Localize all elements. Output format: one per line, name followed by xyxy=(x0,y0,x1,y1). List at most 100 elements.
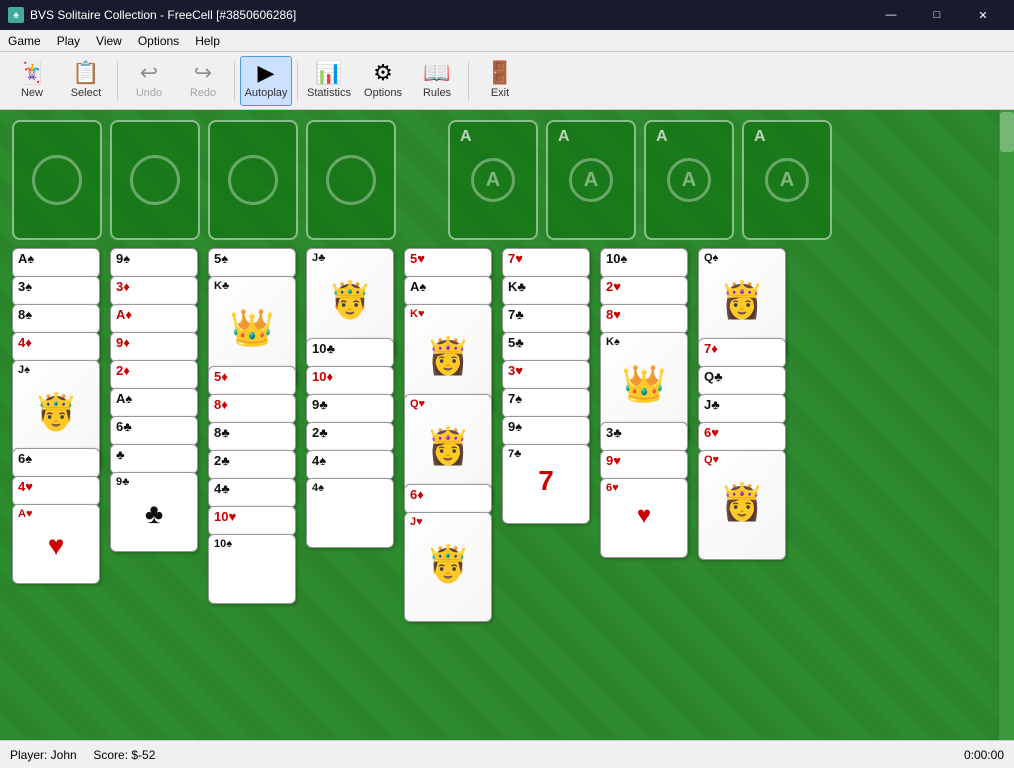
exit-button[interactable]: 🚪 Exit xyxy=(474,56,526,106)
card-4-spades-c4b[interactable]: 4♠ xyxy=(306,478,394,548)
card-4-diamonds[interactable]: 4♦ xyxy=(12,332,100,362)
separator-3 xyxy=(297,61,298,101)
column-2[interactable]: 9♠ 3♦ A♦ 9♦ 2♦ A♠ 6♣ ♣ 9♣ ♣ xyxy=(110,248,200,608)
foundation-1[interactable]: A A xyxy=(448,120,538,240)
app-icon: ♠ xyxy=(8,7,24,23)
card-J-clubs[interactable]: J♣ xyxy=(698,394,786,424)
select-button[interactable]: 📋 Select xyxy=(60,56,112,106)
maximize-button[interactable]: □ xyxy=(914,0,960,30)
menu-play[interactable]: Play xyxy=(49,30,88,51)
column-7[interactable]: 10♠ 2♥ 8♥ K♠ 👑 3♣ 9♥ 6♥ ♥ xyxy=(600,248,690,588)
freecell-1[interactable] xyxy=(12,120,102,240)
game-area[interactable]: A A A A A A A A A♠ 3♠ 8♠ 4♦ J♠ xyxy=(0,110,1014,740)
rules-button[interactable]: 📖 Rules xyxy=(411,56,463,106)
card-4-spades-c4[interactable]: 4♠ xyxy=(306,450,394,480)
column-8[interactable]: Q♠ 👸 7♦ Q♣ J♣ 6♥ Q♥ 👸 xyxy=(698,248,788,588)
card-10-spades-c7[interactable]: 10♠ xyxy=(600,248,688,278)
card-2-clubs-c4[interactable]: 2♣ xyxy=(306,422,394,452)
foundation-2[interactable]: A A xyxy=(546,120,636,240)
column-4[interactable]: J♣ 🤴 10♣ 10♦ 9♣ 2♣ 4♠ 4♠ xyxy=(306,248,396,568)
column-1[interactable]: A♠ 3♠ 8♠ 4♦ J♠ 🤴 6♠ 4♥ A♥ ♥ xyxy=(12,248,102,588)
card-9-spades[interactable]: 9♠ xyxy=(110,248,198,278)
column-6[interactable]: 7♥ K♣ 7♣ 5♣ 3♥ 7♠ 9♠ 7♣ 7 xyxy=(502,248,592,598)
card-3-hearts[interactable]: 3♥ xyxy=(502,360,590,390)
close-button[interactable]: ✕ xyxy=(960,0,1006,30)
card-Q-clubs[interactable]: Q♣ xyxy=(698,366,786,396)
foundation-3[interactable]: A A xyxy=(644,120,734,240)
card-3-clubs[interactable]: 3♣ xyxy=(600,422,688,452)
card-A-spades-c5[interactable]: A♠ xyxy=(404,276,492,306)
card-7-spades[interactable]: 7♠ xyxy=(502,388,590,418)
card-3-spades[interactable]: 3♠ xyxy=(12,276,100,306)
card-9-diamonds[interactable]: 9♦ xyxy=(110,332,198,362)
card-10-clubs[interactable]: 10♣ xyxy=(306,338,394,368)
options-button[interactable]: ⚙ Options xyxy=(357,56,409,106)
freecell-2[interactable] xyxy=(110,120,200,240)
redo-button[interactable]: ↪ Redo xyxy=(177,56,229,106)
card-9-clubs-c2[interactable]: 9♣ ♣ xyxy=(110,472,198,552)
card-8-clubs[interactable]: 8♣ xyxy=(208,422,296,452)
card-2-diamonds[interactable]: 2♦ xyxy=(110,360,198,390)
foundation-4[interactable]: A A xyxy=(742,120,832,240)
card-6-hearts-c7[interactable]: 6♥ ♥ xyxy=(600,478,688,558)
menu-view[interactable]: View xyxy=(88,30,130,51)
card-5-hearts[interactable]: 5♥ xyxy=(404,248,492,278)
card-7-hearts[interactable]: 7♥ xyxy=(502,248,590,278)
card-6-diamonds[interactable]: 6♦ xyxy=(404,484,492,514)
card-6-spades[interactable]: 6♠ xyxy=(12,448,100,478)
score-label: Score: $-52 xyxy=(93,748,155,762)
card-4-hearts[interactable]: 4♥ xyxy=(12,476,100,506)
card-7-diamonds[interactable]: 7♦ xyxy=(698,338,786,368)
card-5-clubs[interactable]: 5♣ xyxy=(502,332,590,362)
card-8-diamonds[interactable]: 8♦ xyxy=(208,394,296,424)
card-A-spades[interactable]: A♠ xyxy=(12,248,100,278)
menu-options[interactable]: Options xyxy=(130,30,187,51)
scrollbar-thumb[interactable] xyxy=(1000,112,1014,152)
card-6-hearts-c8[interactable]: 6♥ xyxy=(698,422,786,452)
card-9-hearts[interactable]: 9♥ xyxy=(600,450,688,480)
toolbar: 🃏 New 📋 Select ↩ Undo ↪ Redo ▶ Autoplay … xyxy=(0,52,1014,110)
card-A-hearts-bottom[interactable]: A♥ ♥ xyxy=(12,504,100,584)
menu-game[interactable]: Game xyxy=(0,30,49,51)
foundation-2-label: A xyxy=(558,128,570,146)
statistics-button[interactable]: 📊 Statistics xyxy=(303,56,355,106)
card-10-diamonds[interactable]: 10♦ xyxy=(306,366,394,396)
card-5-diamonds[interactable]: 5♦ xyxy=(208,366,296,396)
freecell-3-circle xyxy=(228,155,278,205)
card-K-clubs[interactable]: K♣ xyxy=(502,276,590,306)
card-4-clubs[interactable]: 4♣ xyxy=(208,478,296,508)
card-9-spades-c6[interactable]: 9♠ xyxy=(502,416,590,446)
card-8-hearts[interactable]: 8♥ xyxy=(600,304,688,334)
card-3-diamonds[interactable]: 3♦ xyxy=(110,276,198,306)
freecell-3[interactable] xyxy=(208,120,298,240)
card-6-clubs[interactable]: 6♣ xyxy=(110,416,198,446)
foundation-1-ace: A xyxy=(471,158,515,202)
card-clubs-c2[interactable]: ♣ xyxy=(110,444,198,474)
card-A-spades2[interactable]: A♠ xyxy=(110,388,198,418)
card-Q-red-c8[interactable]: Q♥ 👸 xyxy=(698,450,786,560)
card-10-hearts[interactable]: 10♥ xyxy=(208,506,296,536)
column-3[interactable]: 5♠ K♣ 👑 5♦ 8♦ 8♣ 2♣ 4♣ 10♥ 10♠ xyxy=(208,248,298,608)
card-7-clubs[interactable]: 7♣ xyxy=(502,304,590,334)
new-label: New xyxy=(21,87,43,99)
minimize-button[interactable]: — xyxy=(868,0,914,30)
card-10-spades-c3[interactable]: 10♠ xyxy=(208,534,296,604)
card-9-clubs-c4[interactable]: 9♣ xyxy=(306,394,394,424)
card-5-spades[interactable]: 5♠ xyxy=(208,248,296,278)
options-icon: ⚙ xyxy=(373,62,393,84)
card-J-hearts[interactable]: J♥ 🤴 xyxy=(404,512,492,622)
column-5[interactable]: 5♥ A♠ K♥ 👸 Q♥ 👸 6♦ J♥ 🤴 xyxy=(404,248,494,588)
card-8-spades[interactable]: 8♠ xyxy=(12,304,100,334)
player-label: Player: John xyxy=(10,748,77,762)
card-2-hearts[interactable]: 2♥ xyxy=(600,276,688,306)
card-A-diamonds[interactable]: A♦ xyxy=(110,304,198,334)
menu-help[interactable]: Help xyxy=(187,30,228,51)
card-2-clubs[interactable]: 2♣ xyxy=(208,450,296,480)
autoplay-button[interactable]: ▶ Autoplay xyxy=(240,56,292,106)
card-7-c6-bot[interactable]: 7♣ 7 xyxy=(502,444,590,524)
titlebar: ♠ BVS Solitaire Collection - FreeCell [#… xyxy=(0,0,1014,30)
new-button[interactable]: 🃏 New xyxy=(6,56,58,106)
freecell-4[interactable] xyxy=(306,120,396,240)
separator-4 xyxy=(468,61,469,101)
undo-button[interactable]: ↩ Undo xyxy=(123,56,175,106)
